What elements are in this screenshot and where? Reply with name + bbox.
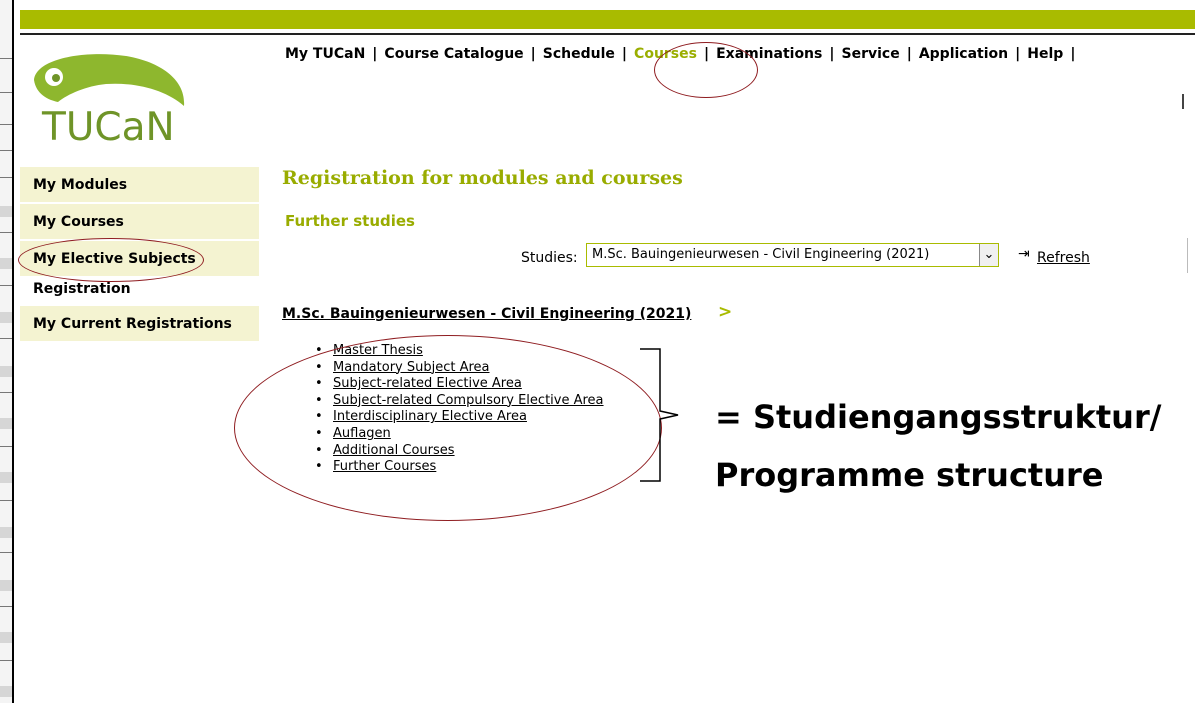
header-divider	[20, 33, 1195, 35]
nav-separator: |	[530, 46, 536, 62]
nav-item-course-catalogue[interactable]: Course Catalogue	[384, 46, 523, 62]
module-list-highlight-ellipse	[234, 335, 662, 521]
courses-highlight-circle	[654, 42, 758, 98]
nav-item-application[interactable]: Application	[919, 46, 1008, 62]
refresh-link[interactable]: Refresh	[1037, 250, 1090, 266]
nav-separator: |	[372, 46, 378, 62]
chevron-right-icon: >	[718, 302, 733, 322]
sidebar-item-my-modules[interactable]: My Modules	[20, 167, 259, 202]
nav-item-help[interactable]: Help	[1027, 46, 1063, 62]
sidebar-item-my-current-registrations[interactable]: My Current Registrations	[20, 306, 259, 341]
page-title: Registration for modules and courses	[282, 167, 683, 189]
studies-select[interactable]: M.Sc. Bauingenieurwesen - Civil Engineer…	[586, 243, 999, 267]
nav-item-my-tucan[interactable]: My TUCaN	[285, 46, 365, 62]
header-marker	[1182, 94, 1184, 109]
elective-subjects-highlight-circle	[18, 238, 204, 282]
window-edge-strip	[0, 0, 12, 703]
page-subtitle: Further studies	[285, 212, 415, 230]
content-edge-line	[1187, 238, 1188, 273]
arrow-right-icon: ⇥	[1018, 246, 1030, 262]
nav-item-schedule[interactable]: Schedule	[543, 46, 615, 62]
chevron-down-icon[interactable]: ⌄	[979, 244, 998, 266]
program-link[interactable]: M.Sc. Bauingenieurwesen - Civil Engineer…	[282, 306, 691, 322]
sidebar-item-registration[interactable]: Registration	[20, 278, 259, 304]
nav-item-service[interactable]: Service	[842, 46, 900, 62]
studies-label: Studies:	[521, 250, 578, 266]
window-edge-line	[12, 0, 14, 703]
annotation-line-1: = Studiengangsstruktur/	[715, 398, 1162, 436]
sidebar-item-my-courses[interactable]: My Courses	[20, 204, 259, 239]
logo-wordmark[interactable]: TUCaN	[42, 105, 175, 150]
structure-annotation: = Studiengangsstruktur/ Programme struct…	[715, 388, 1161, 504]
nav-separator: |	[621, 46, 628, 62]
right-brace-icon	[640, 348, 679, 482]
nav-separator: |	[1015, 46, 1021, 62]
studies-select-value: M.Sc. Bauingenieurwesen - Civil Engineer…	[592, 247, 930, 262]
nav-separator: |	[1070, 46, 1076, 62]
nav-separator: |	[906, 46, 912, 62]
top-accent-bar	[20, 10, 1195, 29]
annotation-line-2: Programme structure	[715, 456, 1104, 494]
nav-separator: |	[829, 46, 835, 62]
